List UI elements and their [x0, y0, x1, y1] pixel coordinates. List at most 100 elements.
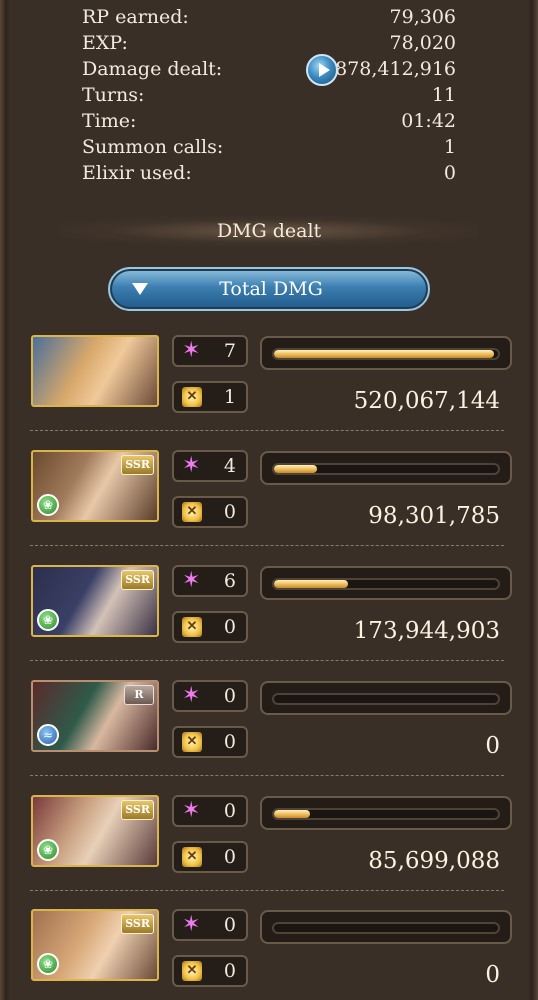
stat-turns: Turns: 11 [82, 82, 456, 108]
stat-label: RP earned: [82, 6, 189, 28]
charge-attack-badge: ✕ 1 [172, 381, 248, 413]
stat-value: 878,412,916 [335, 58, 456, 80]
water-element-icon: ≈ [37, 724, 59, 746]
damage-bar-fill [274, 810, 310, 818]
section-title: DMG dealt [60, 216, 478, 246]
character-portrait[interactable]: SSR ❀ [31, 909, 159, 981]
row-divider [30, 890, 504, 891]
character-row[interactable]: SSR ❀ ✶ 6 ✕ 0 173,944,903 [30, 564, 512, 650]
skill-count: 7 [223, 340, 236, 362]
damage-bar [260, 681, 512, 715]
sparkle-icon: ✶ [182, 798, 201, 823]
stat-value: 0 [443, 162, 456, 184]
stat-label: Summon calls: [82, 136, 224, 158]
result-panel: RP earned: 79,306 EXP: 78,020 Damage dea… [0, 0, 538, 1000]
stat-value: 11 [431, 84, 456, 106]
damage-bar-track [272, 578, 500, 590]
rarity-badge: SSR [121, 570, 154, 590]
damage-bar-track [272, 922, 500, 934]
skill-count-badge: ✶ 0 [172, 795, 248, 827]
charge-attack-count: 1 [223, 386, 236, 408]
damage-value: 0 [485, 733, 500, 759]
character-row[interactable]: SSR ❀ ✶ 0 ✕ 0 0 [30, 908, 512, 994]
character-portrait[interactable]: SSR ❀ [31, 565, 159, 637]
stat-label: Elixir used: [82, 162, 192, 184]
skill-count: 4 [223, 455, 236, 477]
stat-damage: Damage dealt: 878,412,916 [82, 56, 456, 82]
skill-count-badge: ✶ 6 [172, 565, 248, 597]
charge-attack-icon: ✕ [182, 961, 202, 981]
skill-count: 6 [223, 570, 236, 592]
skill-count-badge: ✶ 0 [172, 909, 248, 941]
character-portrait[interactable]: R ≈ [31, 680, 159, 752]
total-dmg-dropdown[interactable]: Total DMG [108, 267, 430, 311]
stat-value: 79,306 [389, 6, 456, 28]
damage-value: 98,301,785 [368, 503, 500, 529]
skill-count: 0 [223, 685, 236, 707]
sparkle-icon: ✶ [182, 568, 201, 593]
character-row[interactable]: ✶ 7 ✕ 1 520,067,144 [30, 334, 512, 420]
charge-attack-icon: ✕ [182, 387, 202, 407]
character-row[interactable]: SSR ❀ ✶ 0 ✕ 0 85,699,088 [30, 794, 512, 880]
damage-bar-track [272, 808, 500, 820]
skill-count-badge: ✶ 7 [172, 335, 248, 367]
rarity-badge: R [124, 685, 154, 705]
damage-value: 173,944,903 [353, 618, 500, 644]
damage-bar [260, 910, 512, 944]
sparkle-icon: ✶ [182, 453, 201, 478]
stat-label: Damage dealt: [82, 58, 223, 80]
character-row[interactable]: SSR ❀ ✶ 4 ✕ 0 98,301,785 [30, 449, 512, 535]
row-divider [30, 775, 504, 776]
damage-bar-fill [274, 465, 317, 473]
skill-count: 0 [223, 800, 236, 822]
stat-value: 1 [443, 136, 456, 158]
charge-attack-icon: ✕ [182, 502, 202, 522]
row-divider [30, 430, 504, 431]
wind-element-icon: ❀ [37, 839, 59, 861]
row-divider [30, 545, 504, 546]
damage-value: 85,699,088 [368, 848, 500, 874]
sparkle-icon: ✶ [182, 338, 201, 363]
damage-bar [260, 336, 512, 370]
charge-attack-count: 0 [223, 731, 236, 753]
damage-bar [260, 796, 512, 830]
stat-label: Turns: [82, 84, 145, 106]
character-row[interactable]: R ≈ ✶ 0 ✕ 0 0 [30, 679, 512, 765]
charge-attack-badge: ✕ 0 [172, 841, 248, 873]
damage-bar-track [272, 463, 500, 475]
sparkle-icon: ✶ [182, 683, 201, 708]
skill-count-badge: ✶ 4 [172, 450, 248, 482]
skill-count-badge: ✶ 0 [172, 680, 248, 712]
charge-attack-badge: ✕ 0 [172, 955, 248, 987]
stat-label: Time: [82, 110, 137, 132]
damage-bar-fill [274, 350, 494, 358]
skill-count: 0 [223, 914, 236, 936]
stat-exp: EXP: 78,020 [82, 30, 456, 56]
wind-element-icon: ❀ [37, 494, 59, 516]
damage-value: 520,067,144 [353, 388, 500, 414]
charge-attack-icon: ✕ [182, 732, 202, 752]
charge-attack-count: 0 [223, 616, 236, 638]
damage-bar [260, 566, 512, 600]
character-portrait[interactable]: SSR ❀ [31, 450, 159, 522]
charge-attack-count: 0 [223, 501, 236, 523]
rarity-badge: SSR [121, 800, 154, 820]
damage-bar-track [272, 348, 500, 360]
damage-bar-track [272, 693, 500, 705]
stat-label: EXP: [82, 32, 128, 54]
dropdown-label: Total DMG [219, 278, 323, 300]
charge-attack-icon: ✕ [182, 847, 202, 867]
charge-attack-badge: ✕ 0 [172, 496, 248, 528]
row-divider [30, 660, 504, 661]
main-character-portrait[interactable] [31, 335, 159, 407]
damage-bar-fill [274, 580, 348, 588]
charge-attack-icon: ✕ [182, 617, 202, 637]
damage-bar [260, 451, 512, 485]
character-portrait[interactable]: SSR ❀ [31, 795, 159, 867]
wind-element-icon: ❀ [37, 609, 59, 631]
rarity-badge: SSR [121, 455, 154, 475]
charge-attack-count: 0 [223, 960, 236, 982]
charge-attack-badge: ✕ 0 [172, 726, 248, 758]
stat-rp: RP earned: 79,306 [82, 4, 456, 30]
charge-attack-count: 0 [223, 846, 236, 868]
